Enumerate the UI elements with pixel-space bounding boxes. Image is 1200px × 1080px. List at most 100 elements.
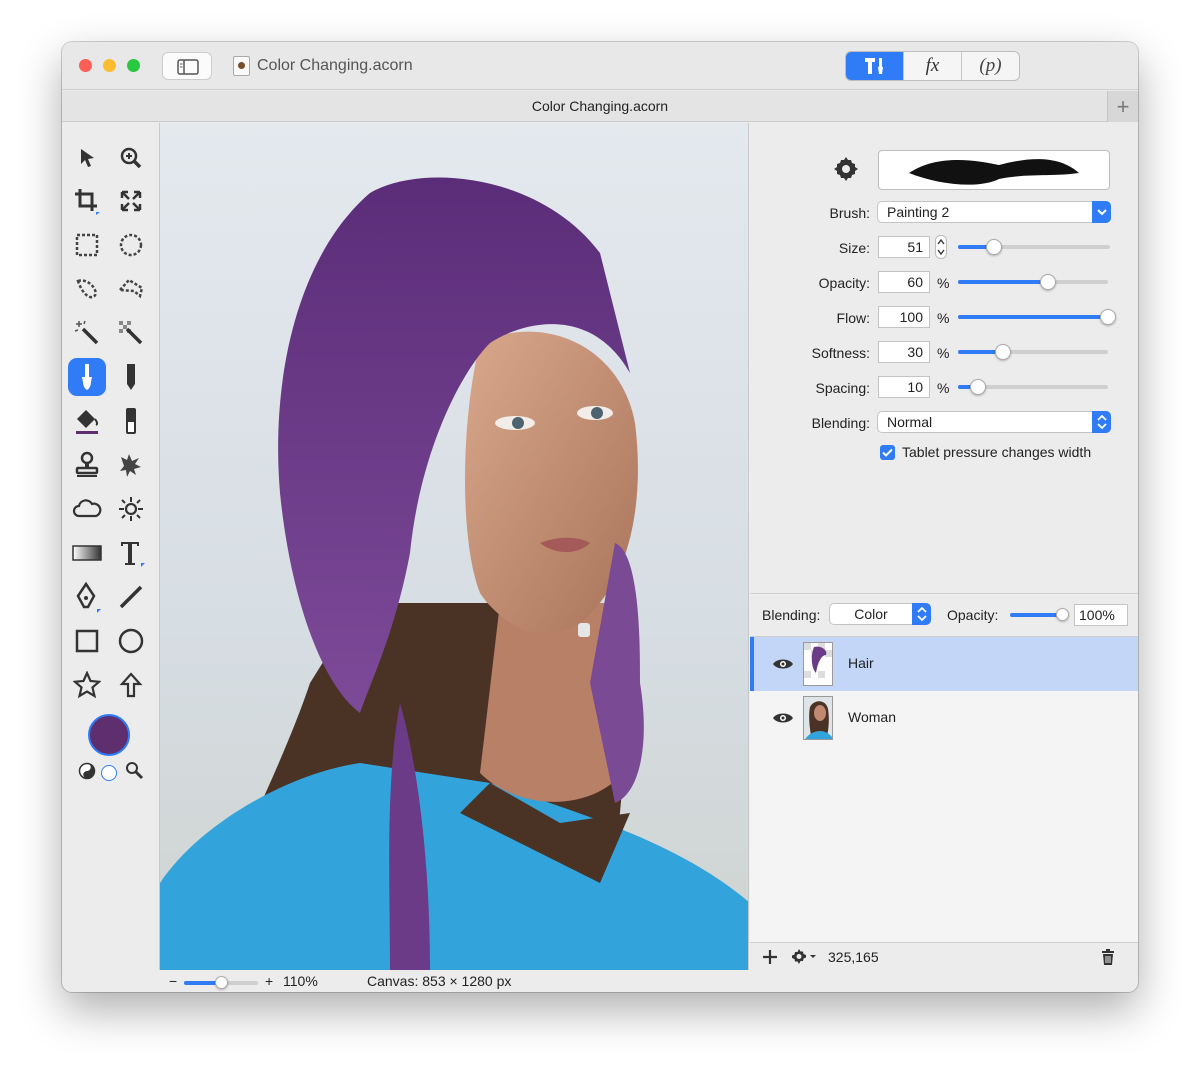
up-down-chevron-icon bbox=[1092, 411, 1111, 433]
brush-icon bbox=[82, 364, 92, 390]
tab-title[interactable]: Color Changing.acorn bbox=[62, 98, 1138, 114]
layer-blending-select[interactable]: Color bbox=[829, 603, 931, 625]
flow-field[interactable]: 100 bbox=[878, 306, 930, 328]
pen-tool[interactable] bbox=[68, 578, 106, 616]
softness-field[interactable]: 30 bbox=[878, 341, 930, 363]
gear-icon[interactable] bbox=[830, 153, 862, 185]
zoom-button[interactable] bbox=[127, 59, 140, 72]
fx-segment[interactable]: fx bbox=[904, 52, 962, 80]
magic-wand-icon bbox=[74, 320, 99, 345]
softness-slider-knob[interactable] bbox=[995, 344, 1011, 360]
softness-slider[interactable] bbox=[958, 344, 1108, 360]
sidebar-toggle-button[interactable] bbox=[162, 52, 212, 80]
close-button[interactable] bbox=[79, 59, 92, 72]
image-canvas[interactable] bbox=[159, 123, 749, 970]
foreground-color-well[interactable] bbox=[88, 714, 130, 756]
circle-tool[interactable] bbox=[112, 622, 150, 660]
star-tool[interactable] bbox=[68, 666, 106, 704]
cloud-tool[interactable] bbox=[68, 490, 106, 528]
text-tool[interactable] bbox=[112, 534, 150, 572]
flow-slider-knob[interactable] bbox=[1100, 309, 1116, 325]
crop-icon bbox=[75, 189, 100, 215]
minimize-button[interactable] bbox=[103, 59, 116, 72]
spacing-percent: % bbox=[937, 380, 950, 396]
opacity-field[interactable]: 60 bbox=[878, 271, 930, 293]
plus-icon: + bbox=[1116, 93, 1130, 119]
zoom-icon bbox=[120, 147, 142, 169]
sidebar-icon bbox=[177, 59, 199, 75]
swap-colors-icon[interactable] bbox=[78, 762, 96, 780]
blending-label: Blending: bbox=[811, 415, 870, 431]
sun-tool[interactable] bbox=[112, 490, 150, 528]
zoom-out-button[interactable]: − bbox=[169, 973, 177, 989]
zoom-in-button[interactable]: + bbox=[265, 973, 273, 989]
color-picker-zoom-icon[interactable] bbox=[124, 760, 144, 780]
line-tool[interactable] bbox=[112, 578, 150, 616]
arrow-tool[interactable] bbox=[112, 666, 150, 704]
cursor-coordinates: 325,165 bbox=[828, 949, 879, 965]
spacing-slider-knob[interactable] bbox=[969, 379, 986, 395]
background-color-well[interactable] bbox=[101, 765, 117, 781]
eraser-tool[interactable] bbox=[112, 402, 150, 440]
zoom-slider-knob[interactable] bbox=[215, 976, 228, 989]
spacing-slider[interactable] bbox=[958, 379, 1108, 395]
brush-preview[interactable] bbox=[878, 150, 1110, 190]
tools-icon bbox=[864, 58, 883, 74]
p-segment[interactable]: (p) bbox=[962, 52, 1019, 80]
cloud-icon bbox=[72, 499, 102, 518]
trash-icon[interactable] bbox=[1100, 948, 1116, 966]
sun-icon bbox=[119, 497, 143, 521]
lasso-tool[interactable] bbox=[68, 270, 106, 308]
gradient-icon bbox=[72, 545, 102, 561]
paint-bucket-tool[interactable] bbox=[68, 402, 106, 440]
effects-brush-tool[interactable] bbox=[112, 446, 150, 484]
opacity-label: Opacity: bbox=[818, 275, 870, 291]
eraser-icon bbox=[126, 408, 136, 434]
clone-stamp-tool[interactable] bbox=[68, 446, 106, 484]
size-slider[interactable] bbox=[958, 239, 1110, 255]
layer-opacity-slider-knob[interactable] bbox=[1056, 608, 1069, 621]
layer-thumbnail-woman bbox=[803, 696, 833, 740]
layer-opacity-slider[interactable] bbox=[1010, 608, 1069, 621]
tablet-pressure-checkbox[interactable] bbox=[880, 445, 895, 460]
up-down-chevron-icon bbox=[912, 603, 931, 625]
layer-gear-menu-icon[interactable] bbox=[790, 948, 820, 966]
tablet-pressure-label[interactable]: Tablet pressure changes width bbox=[902, 444, 1091, 460]
brush-select[interactable]: Painting 2 bbox=[877, 201, 1111, 223]
zoom-slider[interactable] bbox=[184, 976, 258, 989]
crop-tool[interactable] bbox=[68, 182, 106, 220]
instant-alpha-tool[interactable] bbox=[112, 314, 150, 352]
opacity-slider[interactable] bbox=[958, 274, 1108, 290]
layer-row-woman[interactable]: Woman bbox=[750, 691, 1138, 745]
polygon-lasso-tool[interactable] bbox=[112, 270, 150, 308]
spacing-field[interactable]: 10 bbox=[878, 376, 930, 398]
pencil-tool[interactable] bbox=[112, 358, 150, 396]
magic-wand-tool[interactable] bbox=[68, 314, 106, 352]
brush-tool[interactable] bbox=[68, 358, 106, 396]
rect-select-tool[interactable] bbox=[68, 226, 106, 264]
status-bar: − + 110% Canvas: 853 × 1280 px bbox=[159, 970, 749, 992]
size-field[interactable]: 51 bbox=[878, 236, 930, 258]
document-icon bbox=[233, 56, 250, 76]
eye-visibility-icon[interactable] bbox=[772, 657, 794, 671]
transform-tool[interactable] bbox=[112, 182, 150, 220]
layer-opacity-field[interactable]: 100% bbox=[1074, 604, 1128, 626]
ellipse-select-tool[interactable] bbox=[112, 226, 150, 264]
softness-percent: % bbox=[937, 345, 950, 361]
tools-segment[interactable] bbox=[846, 52, 904, 80]
zoom-tool[interactable] bbox=[112, 139, 150, 177]
opacity-slider-knob[interactable] bbox=[1040, 274, 1056, 290]
new-tab-button[interactable]: + bbox=[1107, 91, 1138, 122]
rectangle-tool[interactable] bbox=[68, 622, 106, 660]
blending-select[interactable]: Normal bbox=[877, 411, 1111, 433]
eye-visibility-icon[interactable] bbox=[772, 711, 794, 725]
size-stepper[interactable] bbox=[935, 235, 947, 259]
add-layer-icon[interactable] bbox=[762, 949, 778, 965]
move-tool[interactable] bbox=[68, 139, 106, 177]
line-icon bbox=[119, 585, 143, 609]
size-label: Size: bbox=[838, 240, 870, 256]
size-slider-knob[interactable] bbox=[986, 239, 1003, 255]
flow-slider[interactable] bbox=[958, 309, 1116, 325]
gradient-tool[interactable] bbox=[68, 534, 106, 572]
layer-row-hair[interactable]: Hair bbox=[750, 637, 1138, 691]
